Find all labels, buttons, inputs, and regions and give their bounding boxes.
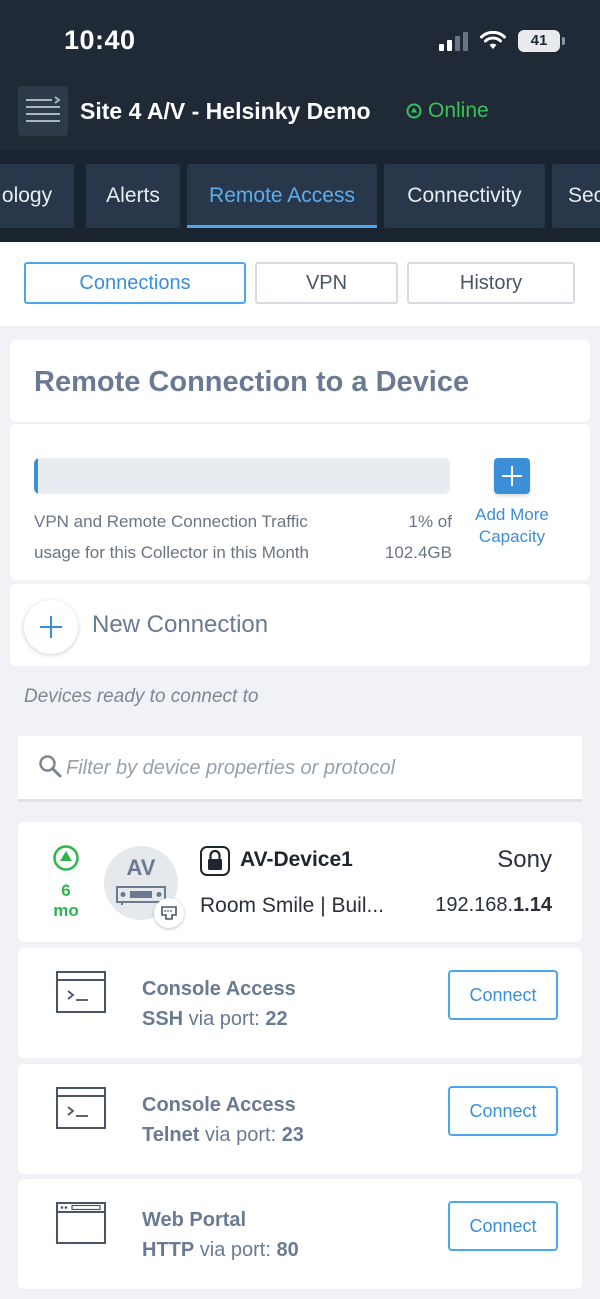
app-header: Site 4 A/V - Helsinky Demo Online bbox=[0, 80, 600, 150]
tab-remote-access[interactable]: Remote Access bbox=[187, 164, 377, 228]
uptime-indicator: 6 mo bbox=[46, 844, 86, 921]
add-more-line1: Add More bbox=[475, 505, 549, 524]
add-more-line2: Capacity bbox=[478, 527, 546, 546]
subtab-connections[interactable]: Connections bbox=[24, 262, 246, 304]
device-location: Room Smile | Buil... bbox=[200, 894, 385, 917]
search-icon bbox=[39, 755, 62, 778]
online-status: Online bbox=[406, 99, 489, 123]
online-label: Online bbox=[428, 99, 489, 122]
service-row-http: Web Portal HTTP via port: 80 Connect bbox=[18, 1179, 582, 1289]
via-port-label: via port: bbox=[199, 1124, 282, 1146]
port-number: 23 bbox=[281, 1124, 304, 1146]
tab-connectivity[interactable]: Connectivity bbox=[384, 164, 545, 228]
menu-expand-icon bbox=[26, 96, 61, 122]
device-ip: 192.168.1.14 bbox=[435, 894, 552, 917]
via-port-label: via port: bbox=[183, 1008, 266, 1030]
add-more-capacity-label: Add More Capacity bbox=[466, 504, 558, 548]
connect-button-http[interactable]: Connect bbox=[448, 1201, 558, 1251]
remote-connection-header: Remote Connection to a Device bbox=[10, 340, 590, 422]
network-port-badge bbox=[154, 898, 184, 928]
tab-topology[interactable]: ology bbox=[0, 164, 74, 228]
usage-description-line2: usage for this Collector in this Month bbox=[34, 543, 309, 562]
protocol-name: Telnet bbox=[142, 1124, 200, 1146]
usage-progress-fill bbox=[34, 458, 39, 494]
terminal-icon bbox=[56, 971, 106, 1013]
add-more-capacity-button[interactable]: Add More Capacity bbox=[466, 458, 558, 548]
terminal-icon bbox=[56, 1087, 106, 1129]
uptime-unit: mo bbox=[53, 901, 79, 920]
menu-button[interactable] bbox=[18, 86, 68, 136]
browser-window-icon bbox=[56, 1202, 106, 1244]
ip-prefix: 192.168. bbox=[435, 894, 514, 916]
cell-signal-icon bbox=[439, 31, 468, 51]
device-vendor: Sony bbox=[497, 846, 552, 873]
uptime-arrow-icon bbox=[53, 845, 79, 871]
usage-amount: 1% of 102.4GB bbox=[370, 506, 452, 568]
uptime-value: 6 bbox=[61, 881, 71, 900]
subtab-vpn[interactable]: VPN bbox=[255, 262, 398, 304]
usage-progress-bar bbox=[34, 458, 450, 494]
tab-alerts[interactable]: Alerts bbox=[86, 164, 180, 228]
battery-icon: 41 bbox=[518, 30, 565, 52]
lock-icon bbox=[200, 846, 230, 876]
new-connection-label[interactable]: New Connection bbox=[92, 611, 268, 639]
connect-button-ssh[interactable]: Connect bbox=[448, 970, 558, 1020]
device-card[interactable]: 6 mo AV AV-Device1 Sony Room Smile | Bui… bbox=[18, 822, 582, 942]
service-title: Web Portal bbox=[142, 1209, 247, 1231]
devices-section-label: Devices ready to connect to bbox=[24, 686, 259, 707]
filter-input[interactable] bbox=[66, 752, 566, 784]
page-title: Remote Connection to a Device bbox=[34, 366, 470, 398]
subtab-history[interactable]: History bbox=[407, 262, 575, 304]
plus-icon bbox=[494, 458, 530, 494]
wifi-icon bbox=[480, 31, 506, 49]
service-protocol: HTTP via port: 80 bbox=[142, 1239, 299, 1262]
status-icons: 41 bbox=[439, 30, 565, 52]
usage-description-line1: VPN and Remote Connection Traffic bbox=[34, 512, 308, 531]
service-title: Console Access bbox=[142, 1094, 296, 1116]
ip-suffix: 1.14 bbox=[513, 894, 552, 916]
avatar-text: AV bbox=[126, 855, 156, 880]
device-name: AV-Device1 bbox=[240, 848, 353, 871]
connect-button-telnet[interactable]: Connect bbox=[448, 1086, 558, 1136]
usage-total: 102.4GB bbox=[384, 543, 452, 562]
via-port-label: via port: bbox=[194, 1239, 277, 1261]
protocol-name: HTTP bbox=[142, 1239, 195, 1261]
tab-security[interactable]: Sec bbox=[552, 164, 600, 228]
service-protocol: Telnet via port: 23 bbox=[142, 1124, 304, 1147]
usage-percent: 1% of bbox=[408, 512, 452, 531]
service-row-ssh: Console Access SSH via port: 22 Connect bbox=[18, 948, 582, 1058]
service-title: Console Access bbox=[142, 978, 296, 1000]
service-row-telnet: Console Access Telnet via port: 23 Conne… bbox=[18, 1064, 582, 1174]
status-bar: 10:40 41 bbox=[0, 0, 600, 80]
usage-description: VPN and Remote Connection Traffic usage … bbox=[34, 506, 344, 568]
sub-tabs: Connections VPN History bbox=[0, 242, 600, 326]
ethernet-port-icon bbox=[161, 906, 177, 920]
online-arrow-icon bbox=[406, 103, 422, 119]
protocol-name: SSH bbox=[142, 1008, 184, 1030]
port-number: 22 bbox=[265, 1008, 288, 1030]
main-tabs: ology Alerts Remote Access Connectivity … bbox=[0, 150, 600, 242]
clock: 10:40 bbox=[64, 25, 136, 55]
filter-bar bbox=[18, 736, 582, 802]
site-title: Site 4 A/V - Helsinky Demo bbox=[80, 98, 371, 124]
add-connection-icon[interactable] bbox=[24, 600, 78, 654]
port-number: 80 bbox=[276, 1239, 299, 1261]
service-protocol: SSH via port: 22 bbox=[142, 1008, 288, 1031]
